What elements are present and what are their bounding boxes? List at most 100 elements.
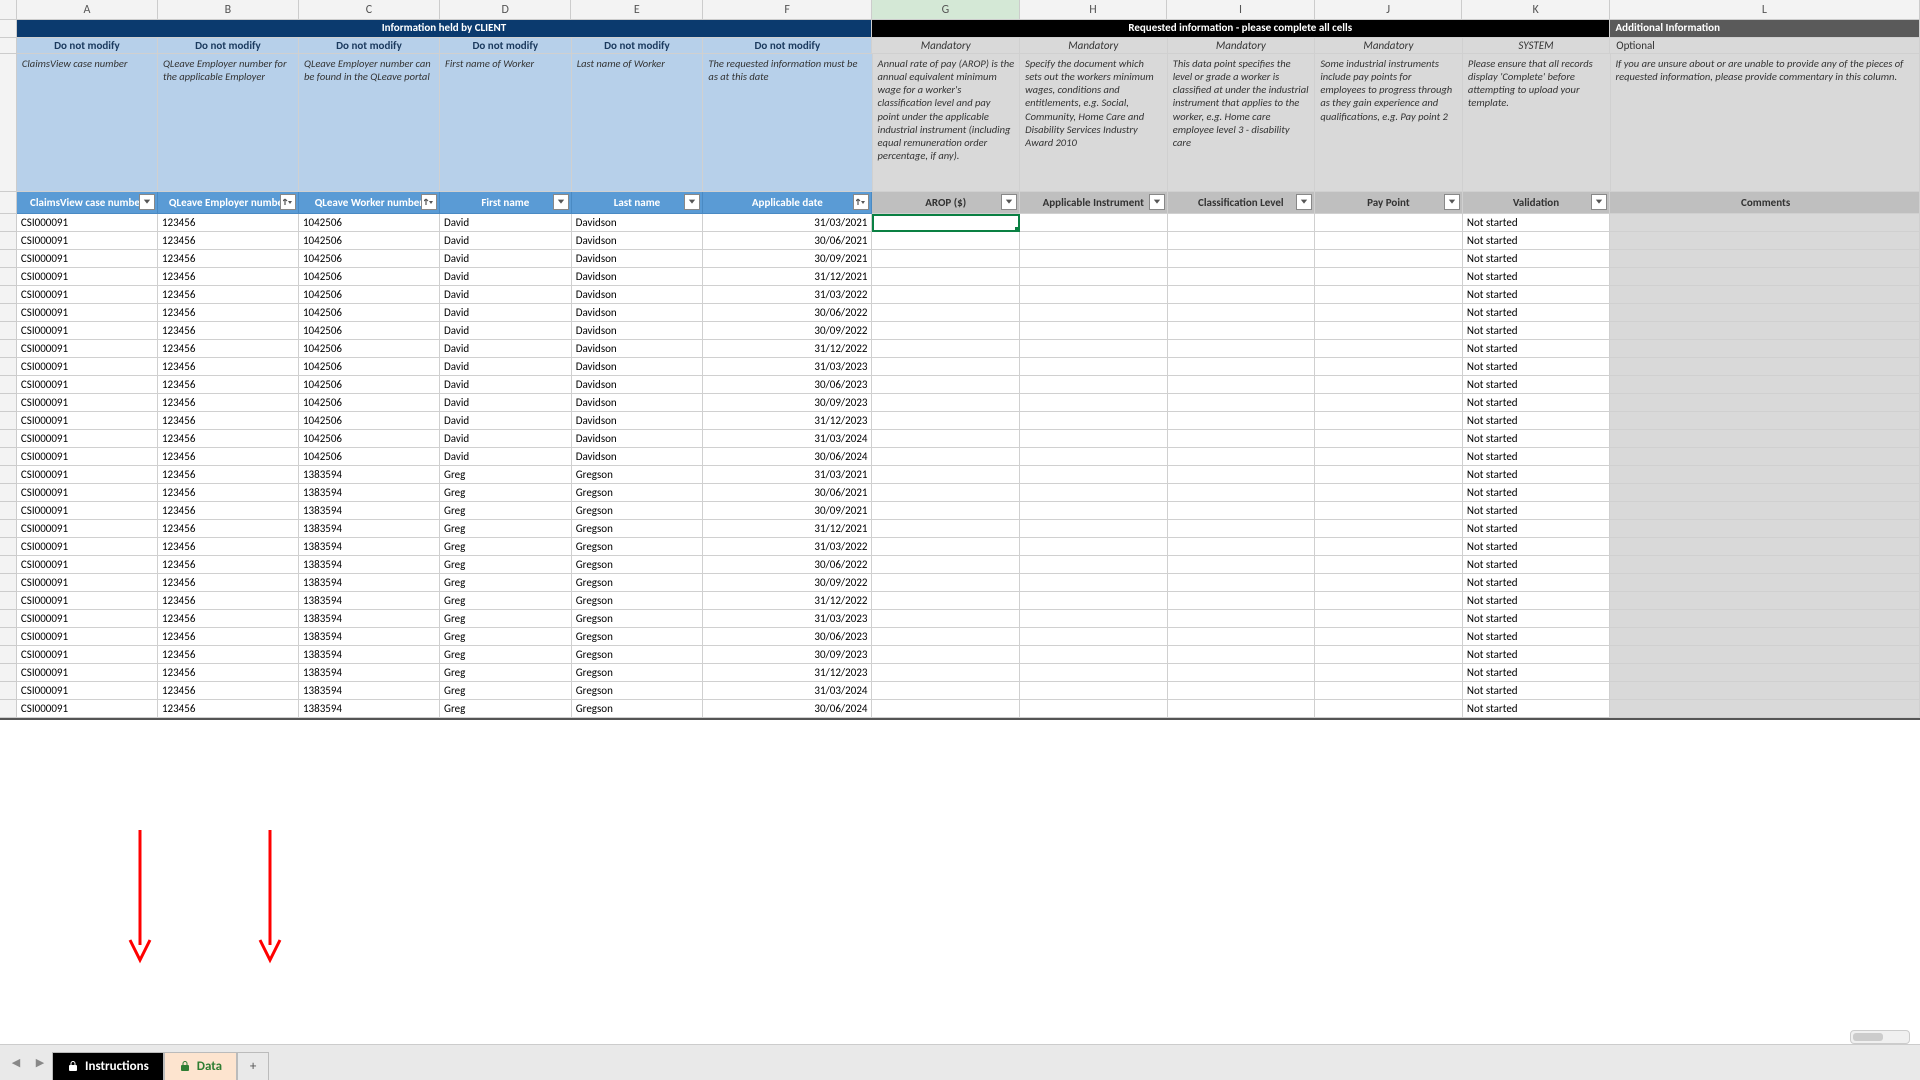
cell-date[interactable]: 30/06/2024 — [703, 448, 872, 466]
cell-paypoint[interactable] — [1315, 700, 1463, 718]
cell-arop[interactable] — [872, 700, 1020, 718]
cell-classification[interactable] — [1168, 484, 1316, 502]
cell-comments[interactable] — [1610, 574, 1920, 592]
cell-employer[interactable]: 123456 — [158, 574, 299, 592]
cell-lastname[interactable]: Davidson — [572, 214, 704, 232]
col-letter-F[interactable]: F — [703, 0, 872, 19]
cell-date[interactable]: 31/03/2023 — [703, 358, 872, 376]
cell-arop[interactable] — [872, 394, 1020, 412]
cell-arop[interactable] — [872, 466, 1020, 484]
cell-instrument[interactable] — [1020, 376, 1168, 394]
cell-firstname[interactable]: Greg — [440, 538, 572, 556]
cell-validation[interactable]: Not started — [1463, 394, 1611, 412]
cell-case[interactable]: CSI000091 — [17, 448, 158, 466]
cell-validation[interactable]: Not started — [1463, 430, 1611, 448]
cell-employer[interactable]: 123456 — [158, 646, 299, 664]
cell-classification[interactable] — [1168, 376, 1316, 394]
cell-validation[interactable]: Not started — [1463, 250, 1611, 268]
cell-firstname[interactable]: Greg — [440, 646, 572, 664]
cell-date[interactable]: 31/03/2022 — [703, 286, 872, 304]
tab-data[interactable]: Data — [164, 1052, 237, 1080]
cell-employer[interactable]: 123456 — [158, 700, 299, 718]
cell-lastname[interactable]: Davidson — [572, 286, 704, 304]
cell-worker[interactable]: 1383594 — [299, 610, 440, 628]
col-letter-D[interactable]: D — [440, 0, 572, 19]
cell-arop[interactable] — [872, 412, 1020, 430]
cell-employer[interactable]: 123456 — [158, 556, 299, 574]
cell-date[interactable]: 30/09/2022 — [703, 574, 872, 592]
cell-worker[interactable]: 1042506 — [299, 412, 440, 430]
cell-paypoint[interactable] — [1315, 538, 1463, 556]
cell-firstname[interactable]: David — [440, 250, 572, 268]
cell-case[interactable]: CSI000091 — [17, 682, 158, 700]
cell-instrument[interactable] — [1020, 664, 1168, 682]
cell-arop[interactable] — [872, 592, 1020, 610]
cell-lastname[interactable]: Gregson — [572, 502, 704, 520]
cell-lastname[interactable]: Davidson — [572, 358, 704, 376]
cell-paypoint[interactable] — [1315, 610, 1463, 628]
cell-worker[interactable]: 1042506 — [299, 304, 440, 322]
col-letter-L[interactable]: L — [1610, 0, 1920, 19]
cell-comments[interactable] — [1610, 664, 1920, 682]
cell-arop[interactable] — [872, 646, 1020, 664]
cell-worker[interactable]: 1042506 — [299, 448, 440, 466]
cell-comments[interactable] — [1610, 340, 1920, 358]
cell-instrument[interactable] — [1020, 286, 1168, 304]
cell-lastname[interactable]: Davidson — [572, 340, 704, 358]
cell-arop[interactable] — [872, 304, 1020, 322]
cell-classification[interactable] — [1168, 520, 1316, 538]
cell-arop[interactable] — [872, 322, 1020, 340]
cell-validation[interactable]: Not started — [1463, 502, 1611, 520]
cell-date[interactable]: 31/03/2021 — [703, 466, 872, 484]
hdr-first-name[interactable]: First name — [440, 192, 572, 214]
cell-arop[interactable] — [872, 556, 1020, 574]
cell-date[interactable]: 30/06/2021 — [703, 232, 872, 250]
cell-lastname[interactable]: Davidson — [572, 268, 704, 286]
cell-case[interactable]: CSI000091 — [17, 610, 158, 628]
cell-validation[interactable]: Not started — [1463, 556, 1611, 574]
cell-classification[interactable] — [1168, 430, 1316, 448]
cell-validation[interactable]: Not started — [1463, 340, 1611, 358]
cell-worker[interactable]: 1042506 — [299, 394, 440, 412]
cell-validation[interactable]: Not started — [1463, 664, 1611, 682]
col-letter-I[interactable]: I — [1167, 0, 1315, 19]
cell-paypoint[interactable] — [1315, 376, 1463, 394]
cell-lastname[interactable]: Davidson — [572, 430, 704, 448]
cell-arop[interactable] — [872, 250, 1020, 268]
cell-instrument[interactable] — [1020, 394, 1168, 412]
cell-case[interactable]: CSI000091 — [17, 286, 158, 304]
cell-employer[interactable]: 123456 — [158, 376, 299, 394]
cell-classification[interactable] — [1168, 700, 1316, 718]
cell-date[interactable]: 31/12/2023 — [703, 412, 872, 430]
cell-employer[interactable]: 123456 — [158, 682, 299, 700]
cell-firstname[interactable]: Greg — [440, 592, 572, 610]
cell-lastname[interactable]: Gregson — [572, 484, 704, 502]
cell-date[interactable]: 30/09/2022 — [703, 322, 872, 340]
cell-firstname[interactable]: Greg — [440, 700, 572, 718]
cell-firstname[interactable]: Greg — [440, 502, 572, 520]
cell-classification[interactable] — [1168, 412, 1316, 430]
col-letter-A[interactable]: A — [17, 0, 158, 19]
cell-date[interactable]: 31/12/2023 — [703, 664, 872, 682]
cell-employer[interactable]: 123456 — [158, 484, 299, 502]
col-letter-E[interactable]: E — [571, 0, 703, 19]
cell-firstname[interactable]: Greg — [440, 628, 572, 646]
cell-case[interactable]: CSI000091 — [17, 520, 158, 538]
cell-employer[interactable]: 123456 — [158, 502, 299, 520]
cell-paypoint[interactable] — [1315, 682, 1463, 700]
cell-validation[interactable]: Not started — [1463, 448, 1611, 466]
filter-icon[interactable] — [553, 194, 569, 210]
cell-paypoint[interactable] — [1315, 466, 1463, 484]
cell-validation[interactable]: Not started — [1463, 376, 1611, 394]
cell-case[interactable]: CSI000091 — [17, 322, 158, 340]
cell-classification[interactable] — [1168, 610, 1316, 628]
cell-date[interactable]: 30/06/2022 — [703, 556, 872, 574]
cell-date[interactable]: 30/06/2022 — [703, 304, 872, 322]
cell-case[interactable]: CSI000091 — [17, 340, 158, 358]
cell-case[interactable]: CSI000091 — [17, 700, 158, 718]
cell-arop[interactable] — [872, 682, 1020, 700]
cell-comments[interactable] — [1610, 430, 1920, 448]
cell-validation[interactable]: Not started — [1463, 214, 1611, 232]
cell-paypoint[interactable] — [1315, 520, 1463, 538]
cell-comments[interactable] — [1610, 502, 1920, 520]
